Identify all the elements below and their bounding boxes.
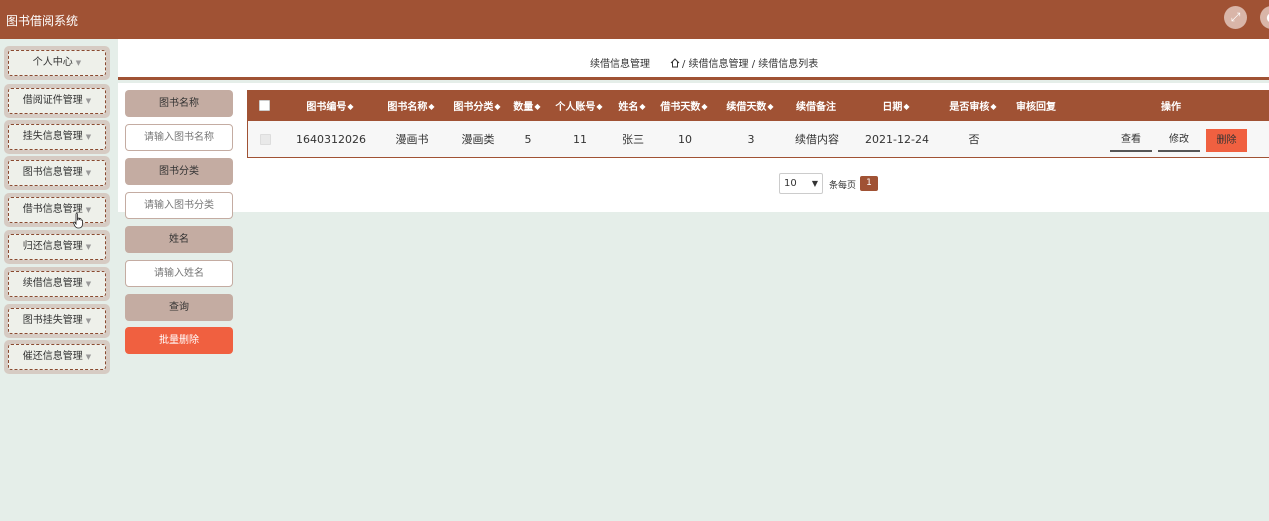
cell-date: 2021-12-24 xyxy=(865,132,929,146)
chevron-down-icon: ▼ xyxy=(85,280,92,288)
sort-icon: ◆ xyxy=(701,100,708,111)
cell-quantity: 5 xyxy=(524,132,532,146)
sort-icon: ◆ xyxy=(347,100,354,111)
cell-book-no: 1640312026 xyxy=(296,132,366,146)
cell-account: 11 xyxy=(573,132,587,146)
name-input[interactable] xyxy=(125,260,233,287)
table-row: 1640312026 漫画书 漫画类 5 11 张三 10 3 续借内容 202… xyxy=(247,121,1269,158)
sort-icon: ◆ xyxy=(767,100,774,111)
sort-icon: ◆ xyxy=(596,100,603,111)
user-icon[interactable]: ● xyxy=(1260,6,1269,29)
column-header[interactable]: 数量 ◆ xyxy=(513,90,540,121)
page-size-value: 10 xyxy=(784,178,797,189)
sidebar-item-label: 归还信息管理 xyxy=(22,241,83,252)
sidebar-item-loss-info[interactable]: 挂失信息管理 ▼ xyxy=(4,120,110,154)
column-header[interactable]: 续借天数 ◆ xyxy=(726,90,773,121)
sidebar-item-label: 图书信息管理 xyxy=(22,167,83,178)
sidebar-item-book-loss[interactable]: 图书挂失管理 ▼ xyxy=(4,304,110,338)
renew-table: 图书编号 ◆ 图书名称 ◆ 图书分类 ◆ 数量 ◆ 个人账号 ◆ 姓名 ◆ 借书天数 ◆ 续借… xyxy=(247,90,1269,158)
chevron-down-icon: ▼ xyxy=(75,59,82,67)
page-size-select[interactable]: 10 ▼ xyxy=(779,173,823,194)
category-label: 图书分类 xyxy=(125,158,233,185)
hand-cursor-icon xyxy=(73,213,83,229)
sidebar-item-label: 个人中心 xyxy=(32,57,73,68)
sidebar-item-return-info[interactable]: 归还信息管理 ▼ xyxy=(4,230,110,264)
column-header[interactable]: 姓名 ◆ xyxy=(618,90,645,121)
per-page-label: 条每页 xyxy=(829,181,857,191)
app-title: 图书借阅系统 xyxy=(6,14,79,28)
cell-category: 漫画类 xyxy=(461,133,495,146)
top-bar: 图书借阅系统 ⤢ ● xyxy=(0,0,1269,39)
chevron-down-icon: ▼ xyxy=(85,133,92,141)
book-name-input[interactable] xyxy=(125,124,233,151)
sort-icon: ◆ xyxy=(639,100,646,111)
batch-delete-button[interactable]: 批量删除 xyxy=(125,327,233,354)
chevron-down-icon: ▼ xyxy=(85,169,92,177)
column-header: 操作 xyxy=(1161,102,1181,113)
column-header[interactable]: 图书分类 ◆ xyxy=(453,90,500,121)
sidebar-item-label: 挂失信息管理 xyxy=(22,131,83,142)
breadcrumb-path: / 续借信息管理 / 续借信息列表 xyxy=(682,59,819,70)
column-header: 审核回复 xyxy=(1016,102,1056,113)
chevron-down-icon: ▼ xyxy=(85,97,92,105)
select-all-checkbox[interactable] xyxy=(259,100,270,111)
sidebar-item-label: 图书挂失管理 xyxy=(22,315,83,326)
sidebar-item-renew-info[interactable]: 续借信息管理 ▼ xyxy=(4,267,110,301)
column-header[interactable]: 图书名称 ◆ xyxy=(387,90,434,121)
breadcrumb: / 续借信息管理 / 续借信息列表 xyxy=(670,55,818,70)
chevron-down-icon: ▼ xyxy=(85,243,92,251)
sort-icon: ◆ xyxy=(990,100,997,111)
table-header: 图书编号 ◆ 图书名称 ◆ 图书分类 ◆ 数量 ◆ 个人账号 ◆ 姓名 ◆ 借书天数 ◆ 续借… xyxy=(247,90,1269,121)
book-name-label: 图书名称 xyxy=(125,90,233,117)
edit-button[interactable]: 修改 xyxy=(1158,129,1200,152)
column-header[interactable]: 图书编号 ◆ xyxy=(306,90,353,121)
cell-renew-note: 续借内容 xyxy=(795,133,839,146)
column-header[interactable]: 日期 ◆ xyxy=(882,90,909,121)
page-number-button[interactable]: 1 xyxy=(860,176,878,191)
sort-icon: ◆ xyxy=(494,100,501,111)
sidebar-item-reminder-info[interactable]: 催还信息管理 ▼ xyxy=(4,340,110,374)
chevron-down-icon: ▼ xyxy=(85,317,92,325)
cell-name: 张三 xyxy=(622,133,644,146)
sidebar-item-label: 催还信息管理 xyxy=(22,351,83,362)
query-button[interactable]: 查询 xyxy=(125,294,233,321)
cell-borrow-days: 10 xyxy=(678,132,692,146)
sidebar-item-label: 借阅证件管理 xyxy=(22,95,83,106)
chevron-down-icon: ▼ xyxy=(811,179,818,188)
column-header[interactable]: 个人账号 ◆ xyxy=(555,90,602,121)
breadcrumb-bar: 续借信息管理 / 续借信息管理 / 续借信息列表 xyxy=(118,39,1269,80)
sort-icon: ◆ xyxy=(534,100,541,111)
cell-renew-days: 3 xyxy=(747,132,755,146)
sidebar-item-borrow-info[interactable]: 借书信息管理 ▼ xyxy=(4,193,110,227)
delete-button[interactable]: 删除 xyxy=(1206,129,1247,152)
column-header[interactable]: 借书天数 ◆ xyxy=(660,90,707,121)
cell-book-name: 漫画书 xyxy=(395,133,429,146)
chevron-down-icon: ▼ xyxy=(85,206,92,214)
view-button[interactable]: 查看 xyxy=(1110,129,1152,152)
sort-icon: ◆ xyxy=(428,100,435,111)
sidebar-item-label: 续借信息管理 xyxy=(22,278,83,289)
cell-reviewed: 否 xyxy=(968,133,980,146)
column-header: 续借备注 xyxy=(796,102,836,113)
category-input[interactable] xyxy=(125,192,233,219)
page-title: 续借信息管理 xyxy=(590,59,650,70)
sidebar-item-card-management[interactable]: 借阅证件管理 ▼ xyxy=(4,84,110,118)
home-icon[interactable] xyxy=(670,58,680,68)
sidebar-item-personal-center[interactable]: 个人中心 ▼ xyxy=(4,46,110,80)
name-label: 姓名 xyxy=(125,226,233,253)
column-header[interactable]: 是否审核 ◆ xyxy=(949,90,996,121)
chevron-down-icon: ▼ xyxy=(85,353,92,361)
sort-icon: ◆ xyxy=(903,100,910,111)
expand-icon[interactable]: ⤢ xyxy=(1224,6,1247,29)
sidebar-item-book-info[interactable]: 图书信息管理 ▼ xyxy=(4,156,110,190)
row-checkbox[interactable] xyxy=(260,134,271,145)
